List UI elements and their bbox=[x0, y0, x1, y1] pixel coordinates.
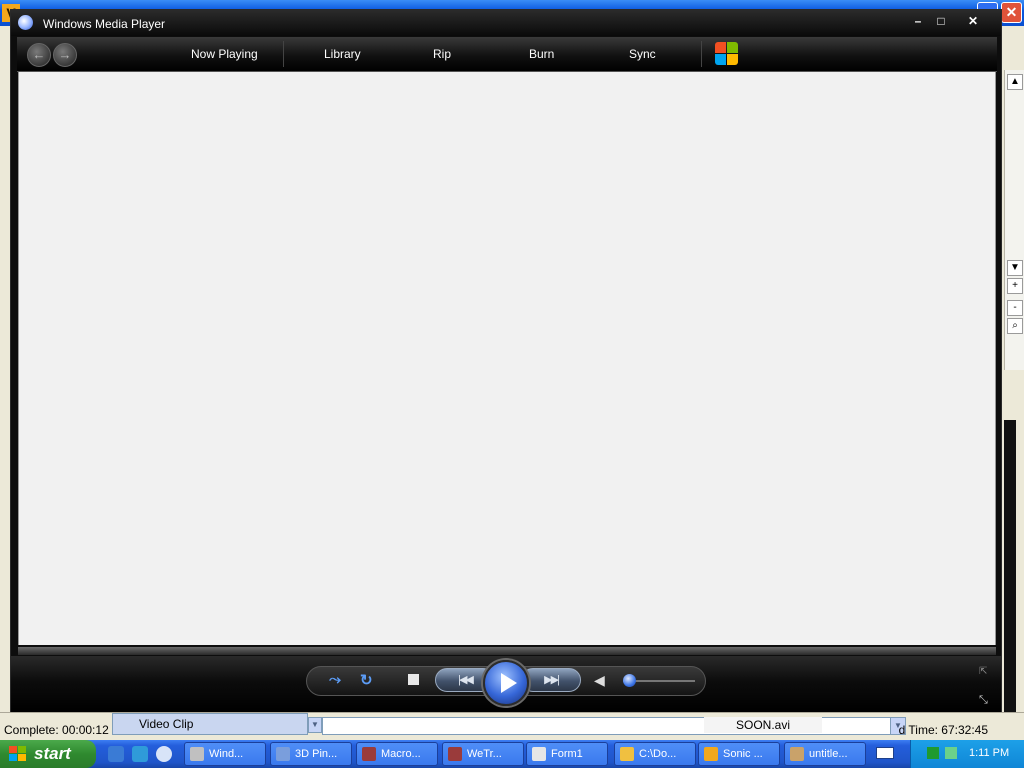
background-scroll-panel: ▲ ▼ + - ⌕ bbox=[1004, 70, 1024, 370]
clock: 1:11 PM bbox=[969, 747, 1010, 759]
status-time: d Time: 67:32:45 bbox=[898, 723, 988, 737]
taskbar-app-icon bbox=[532, 747, 546, 761]
taskbar-app-icon bbox=[276, 747, 290, 761]
keyboard-icon[interactable] bbox=[876, 747, 894, 759]
playback-controls: ⤳ ↻ |◀◀ ▶▶| ◀ ⇱ ⤡ bbox=[11, 656, 1001, 712]
tab-divider bbox=[283, 41, 284, 67]
tab-burn[interactable]: Burn bbox=[529, 47, 554, 61]
background-status-bar: Complete: 00:00:12 Video Clip ▼ SOON.avi… bbox=[0, 712, 1024, 740]
wmp-nav-bar: ← → Now Playing Library Rip Burn Sync bbox=[17, 37, 997, 72]
tray-app-icon[interactable] bbox=[945, 747, 957, 759]
taskbar-app-icon bbox=[448, 747, 462, 761]
background-close-button[interactable]: ✕ bbox=[1001, 2, 1022, 23]
status-complete: Complete: 00:00:12 bbox=[4, 723, 109, 737]
windows-logo-icon[interactable] bbox=[715, 42, 739, 66]
switch-to-compact-icon[interactable]: ⤡ bbox=[979, 694, 988, 707]
repeat-icon[interactable]: ↻ bbox=[360, 671, 373, 689]
quicklaunch-media-player-icon[interactable] bbox=[156, 746, 172, 762]
taskbar-button[interactable]: Wind... bbox=[184, 742, 266, 766]
magnify-icon[interactable]: ⌕ bbox=[1007, 318, 1023, 334]
quicklaunch-browser-icon[interactable] bbox=[132, 746, 148, 762]
system-tray: 1:11 PM bbox=[910, 740, 1024, 768]
wmp-window: Windows Media Player – □ ✕ ← → Now Playi… bbox=[10, 9, 1002, 712]
taskbar-button-label: 3D Pin... bbox=[295, 748, 338, 760]
shuffle-icon[interactable]: ⤳ bbox=[329, 671, 341, 688]
tab-now-playing[interactable]: Now Playing bbox=[191, 47, 258, 61]
taskbar-button[interactable]: untitle... bbox=[784, 742, 866, 766]
start-button[interactable]: start bbox=[0, 740, 96, 768]
taskbar-app-icon bbox=[704, 747, 718, 761]
tab-library[interactable]: Library bbox=[324, 47, 361, 61]
taskbar-button[interactable]: 3D Pin... bbox=[270, 742, 352, 766]
now-playing-area[interactable] bbox=[18, 72, 996, 645]
fullscreen-icon[interactable]: ⇱ bbox=[979, 666, 987, 677]
wmp-title: Windows Media Player bbox=[43, 17, 166, 31]
taskbar-button-label: untitle... bbox=[809, 748, 848, 760]
scroll-up-button[interactable]: ▲ bbox=[1007, 74, 1023, 90]
clip-type-label: Video Clip bbox=[139, 717, 194, 731]
taskbar-button[interactable]: WeTr... bbox=[442, 742, 524, 766]
next-button[interactable]: ▶▶| bbox=[521, 668, 581, 692]
tray-network-icon[interactable] bbox=[927, 747, 939, 759]
clip-dropdown-button[interactable]: ▼ bbox=[308, 717, 322, 733]
forward-button[interactable]: → bbox=[53, 43, 77, 67]
zoom-in-button[interactable]: + bbox=[1007, 278, 1023, 294]
taskbar-button[interactable]: C:\Do... bbox=[614, 742, 696, 766]
background-dark-panel bbox=[1004, 420, 1016, 740]
status-filename: SOON.avi bbox=[704, 717, 822, 733]
tab-divider bbox=[701, 41, 702, 67]
windows-flag-icon bbox=[9, 746, 27, 762]
clip-type-field[interactable]: Video Clip bbox=[112, 713, 308, 735]
maximize-button[interactable]: □ bbox=[927, 13, 955, 31]
close-button[interactable]: ✕ bbox=[956, 13, 990, 31]
stop-button[interactable] bbox=[408, 674, 419, 685]
taskbar-button-label: Macro... bbox=[381, 748, 421, 760]
taskbar-button[interactable]: Macro... bbox=[356, 742, 438, 766]
taskbar-button[interactable]: Form1 bbox=[526, 742, 608, 766]
wmp-app-icon bbox=[18, 15, 33, 30]
play-icon bbox=[501, 673, 517, 693]
back-button[interactable]: ← bbox=[27, 43, 51, 67]
taskbar-app-icon bbox=[790, 747, 804, 761]
taskbar-button-label: WeTr... bbox=[467, 748, 502, 760]
tab-sync[interactable]: Sync bbox=[629, 47, 656, 61]
wmp-titlebar[interactable]: Windows Media Player – □ ✕ bbox=[11, 10, 1001, 36]
tab-rip[interactable]: Rip bbox=[433, 47, 451, 61]
volume-knob[interactable] bbox=[623, 674, 636, 687]
taskbar-app-icon bbox=[362, 747, 376, 761]
taskbar-button-label: Wind... bbox=[209, 748, 244, 760]
taskbar-app-icon bbox=[620, 747, 634, 761]
quicklaunch-ie-icon[interactable] bbox=[108, 746, 124, 762]
taskbar-button-label: C:\Do... bbox=[639, 748, 677, 760]
taskbar-button-label: Form1 bbox=[551, 748, 583, 760]
zoom-out-button[interactable]: - bbox=[1007, 300, 1023, 316]
play-button[interactable] bbox=[483, 660, 529, 706]
scroll-down-button[interactable]: ▼ bbox=[1007, 260, 1023, 276]
taskbar-app-icon bbox=[190, 747, 204, 761]
start-label: start bbox=[34, 744, 71, 763]
taskbar: start Wind... 3D Pin... Macro... WeTr... For… bbox=[0, 740, 1024, 768]
taskbar-button[interactable]: Sonic ... bbox=[698, 742, 780, 766]
mute-icon[interactable]: ◀ bbox=[594, 672, 605, 689]
taskbar-button-label: Sonic ... bbox=[723, 748, 763, 760]
seek-bar[interactable] bbox=[18, 647, 996, 655]
